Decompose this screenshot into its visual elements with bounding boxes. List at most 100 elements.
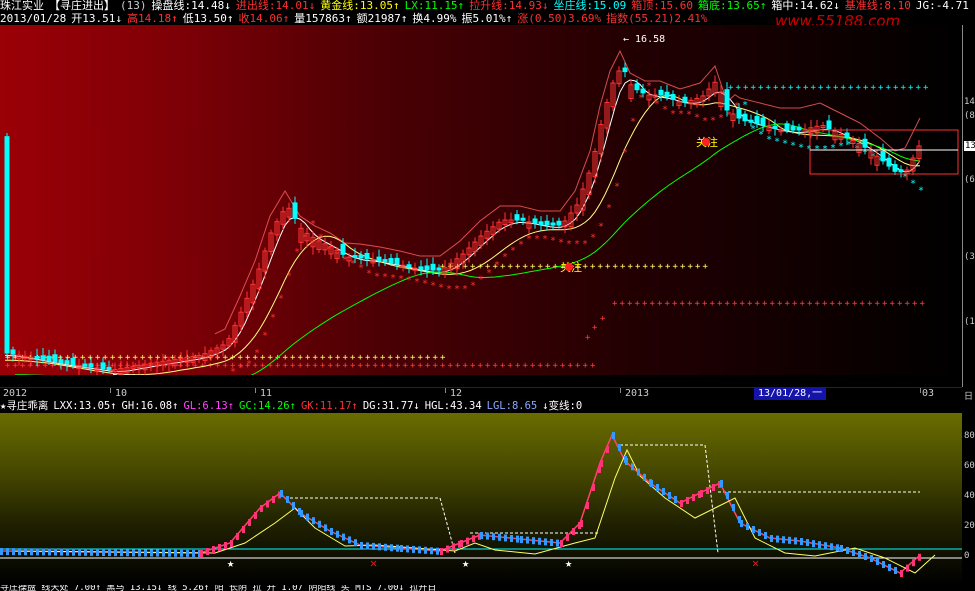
indicator-bar (84, 548, 87, 556)
indicator-bar (400, 545, 403, 552)
plus-marker: + (605, 262, 611, 272)
indicator-bar (592, 484, 595, 491)
indicator-bar (598, 466, 601, 473)
indicator-bar (6, 548, 9, 556)
trend-star: * (702, 116, 708, 127)
indicator-bar (782, 536, 785, 544)
main-price-chart[interactable]: + + + + + + + + + + + + + + + + + + + + + + + + + + + + + + + + + + + + + + + +… (0, 25, 962, 375)
trend-star: * (526, 234, 532, 245)
indicator-bar (900, 570, 903, 577)
plus-marker: + (871, 83, 877, 93)
plus-marker: + (796, 83, 802, 93)
indicator-bar (746, 523, 749, 530)
indicator-bar (516, 535, 519, 543)
info-item: 箱底:13.65↑ (698, 0, 767, 12)
trend-star: * (358, 263, 364, 274)
plus-marker: + (395, 361, 401, 371)
trend-star: * (414, 277, 420, 288)
signal-marker: ★ (565, 556, 572, 570)
indicator-bar (218, 544, 221, 551)
indicator-bar (192, 549, 195, 557)
indicator-bar (336, 530, 339, 538)
indicator-bar (48, 548, 51, 556)
axis-label: 20 (964, 521, 975, 531)
indicator-bar (390, 544, 393, 552)
indicator-bar (846, 547, 849, 554)
indicator-bar (836, 544, 839, 552)
indicator-bar (348, 536, 351, 544)
plus-marker: + (818, 83, 824, 93)
plus-marker: + (583, 361, 589, 371)
trend-star: * (790, 140, 796, 151)
indicator-bar (254, 512, 257, 519)
candle-body (46, 355, 52, 362)
info-item: JG:-4.71 (915, 0, 969, 12)
candle-body (862, 138, 868, 148)
trend-star: * (374, 271, 380, 282)
plus-marker: + (901, 83, 907, 93)
plus-marker: + (590, 262, 596, 272)
plus-marker: + (665, 262, 671, 272)
candle-body (634, 83, 640, 91)
candle-body (394, 257, 400, 265)
trend-star: * (510, 245, 516, 256)
plus-marker: + (635, 262, 641, 272)
candle-body (898, 169, 904, 173)
trend-star: * (566, 239, 572, 250)
plus-marker: + (916, 83, 922, 93)
plus-marker: + (13, 361, 19, 371)
indicator-bar (102, 549, 105, 557)
signal-marker: ★ (462, 556, 469, 570)
indicator-item: GH:16.08↑ (121, 400, 179, 412)
plus-marker: + (530, 361, 536, 371)
indicator-bar (580, 520, 583, 527)
quote-item: 额21987↑ (356, 12, 408, 25)
plus-marker: + (687, 299, 693, 309)
candle-body (538, 221, 544, 226)
indicator-chart[interactable]: ★ ★ ★ ✕ ✕ (0, 413, 962, 585)
info-item: 黄金线:13.05↑ (320, 0, 400, 12)
plus-marker: + (560, 361, 566, 371)
trend-star: * (766, 134, 772, 145)
plus-marker: + (627, 299, 633, 309)
indicator-bar (572, 528, 575, 535)
indicator-header-main: 珠江实业 【寻庄进出】 (13) 操盘线:14.48↓ 进出线:14.01↓ 黄金线:13… (0, 0, 975, 12)
low-price-label: ← 5.84 (100, 373, 136, 375)
attention-dot (565, 263, 573, 271)
date-axis: 2012 10 11 12 2013 13/01/28,一 03 (0, 387, 962, 401)
plus-marker: + (305, 361, 311, 371)
indicator-bar (894, 567, 897, 574)
info-item: 进出线:14.01↓ (235, 0, 316, 12)
indicator-bar (300, 510, 303, 517)
trend-star: * (278, 294, 284, 305)
indicator-bar (637, 468, 640, 476)
plus-marker: + (335, 361, 341, 371)
candle-body (784, 123, 790, 131)
candle-body (826, 120, 832, 130)
candle-body (736, 108, 742, 119)
candlestick-chart-svg[interactable]: + + + + + + + + + + + + + + + + + + + + + + + + + + + + + + + + + + + + + + + +… (0, 25, 962, 375)
trend-star: * (294, 247, 300, 258)
axis-label: 60 (964, 461, 975, 471)
indicator-item: ↓变线:0 (542, 400, 583, 412)
indicator-bar (12, 548, 15, 556)
plus-marker: + (583, 262, 589, 272)
candle-body (760, 117, 766, 126)
indicator-bar (236, 533, 239, 540)
indicator-chart-svg[interactable]: ★ ★ ★ ✕ ✕ (0, 413, 962, 585)
quote-item: 收14.06↑ (238, 12, 290, 25)
plus-marker: + (628, 262, 634, 272)
trend-star: * (406, 275, 412, 286)
info-item: 箱中:14.62↓ (771, 0, 840, 12)
indicator-bar (466, 537, 469, 545)
plus-marker: + (811, 83, 817, 93)
indicator-bar (668, 492, 671, 499)
plus-marker: + (373, 361, 379, 371)
candle-body (844, 132, 850, 138)
indicator-bar (726, 492, 729, 499)
axis-label: (38 (964, 252, 975, 262)
info-item: 【寻庄进出】 (49, 0, 115, 12)
candle-body (100, 362, 106, 370)
axis-label: 14 (964, 97, 975, 107)
trend-star: * (446, 284, 452, 295)
